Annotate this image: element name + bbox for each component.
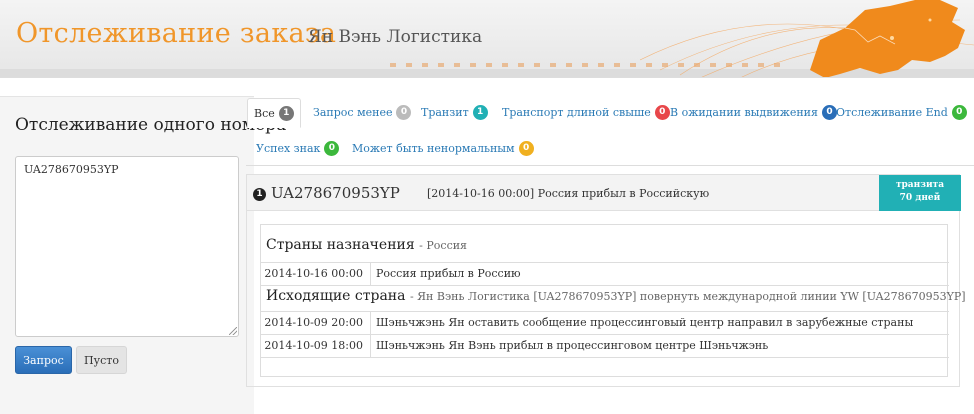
resize-handle-icon[interactable]	[229, 327, 237, 335]
event-date: 2014-10-09 18:00	[261, 335, 371, 357]
status-days: 70 дней	[899, 193, 941, 203]
page-header: Отслеживание заказа Ян Вэнь Логистика	[0, 0, 974, 78]
tab-count-badge: 1	[278, 105, 294, 121]
tab-success[interactable]: Успех знак 0	[256, 141, 340, 156]
tab-count-badge: 0	[951, 105, 967, 120]
page-title: Отслеживание заказа	[16, 18, 337, 49]
tab-label: В ожидании выдвижения	[670, 106, 818, 119]
result-index-badge: 1	[253, 188, 266, 201]
world-map-icon	[640, 0, 974, 77]
tab-count-badge: 0	[396, 105, 412, 120]
tracking-result-row[interactable]: 1 UA278670953YP [2014-10-16 00:00] Росси…	[246, 174, 961, 211]
tab-count-badge: 1	[472, 105, 488, 120]
query-button[interactable]: Запрос	[15, 346, 72, 374]
destination-section-header: Страны назначения - Россия	[261, 225, 949, 263]
tab-count-badge: 0	[821, 105, 837, 120]
status-label: транзита	[895, 180, 945, 190]
status-badge: транзита 70 дней	[879, 175, 961, 211]
tracking-details: Страны назначения - Россия 2014-10-16 00…	[246, 211, 966, 387]
tab-abnormal[interactable]: Может быть ненормальным 0	[352, 141, 534, 156]
tracking-number-input[interactable]: UA278670953YP	[15, 156, 239, 337]
destination-label: Страны назначения	[266, 237, 415, 253]
tab-all[interactable]: Все 1	[247, 98, 301, 128]
clear-button[interactable]: Пусто	[76, 346, 127, 374]
tab-label: Успех знак	[256, 142, 321, 155]
destination-country: - Россия	[419, 239, 468, 252]
tab-query-less[interactable]: Запрос менее 0	[313, 105, 412, 120]
event-text: Шэньчжэнь Ян Вэнь прибыл в процессингово…	[376, 339, 769, 352]
table-row: 2014-10-09 20:00 Шэньчжэнь Ян оставить с…	[261, 312, 949, 335]
event-date: 2014-10-09 20:00	[261, 312, 371, 334]
single-tracking-panel: Отслеживание одного номера UA278670953YP…	[0, 96, 286, 414]
tab-label: Транспорт длиной свыше	[502, 106, 651, 119]
tab-count-badge: 0	[324, 141, 340, 156]
event-date: 2014-10-16 00:00	[261, 263, 371, 285]
origin-detail: - Ян Вэнь Логистика [UA278670953YP] пове…	[409, 290, 966, 303]
tabs-divider	[246, 165, 974, 166]
tab-label: Отслеживание End	[836, 106, 948, 119]
status-tabs: Все 1 Запрос менее 0 Транзит 1 Транспорт…	[246, 96, 974, 166]
event-text: Шэньчжэнь Ян оставить сообщение процесси…	[376, 316, 914, 329]
event-text: Россия прибыл в Россию	[376, 267, 521, 280]
tab-label: Запрос менее	[313, 106, 393, 119]
tab-label: Транзит	[421, 106, 469, 119]
company-name: Ян Вэнь Логистика	[308, 27, 483, 47]
origin-section-header: Исходящие страна - Ян Вэнь Логистика [UA…	[261, 286, 966, 312]
origin-label: Исходящие страна	[266, 288, 406, 304]
tab-count-badge: 0	[654, 105, 670, 120]
tab-count-badge: 0	[518, 141, 534, 156]
events-table: Страны назначения - Россия 2014-10-16 00…	[260, 224, 966, 377]
tab-tracking-end[interactable]: Отслеживание End 0	[836, 105, 967, 120]
tab-transit[interactable]: Транзит 1	[421, 105, 488, 120]
table-row: 2014-10-09 18:00 Шэньчжэнь Ян Вэнь прибы…	[261, 335, 949, 358]
tab-awaiting-pickup[interactable]: В ожидании выдвижения 0	[670, 105, 837, 120]
tracking-number: UA278670953YP	[271, 184, 400, 202]
last-event: [2014-10-16 00:00] Россия прибыл в Росси…	[427, 187, 710, 200]
table-row: 2014-10-16 00:00 Россия прибыл в Россию	[261, 263, 949, 286]
tab-label: Все	[254, 106, 275, 120]
tab-long-transport[interactable]: Транспорт длиной свыше 0	[502, 105, 670, 120]
tab-label: Может быть ненормальным	[352, 142, 515, 155]
